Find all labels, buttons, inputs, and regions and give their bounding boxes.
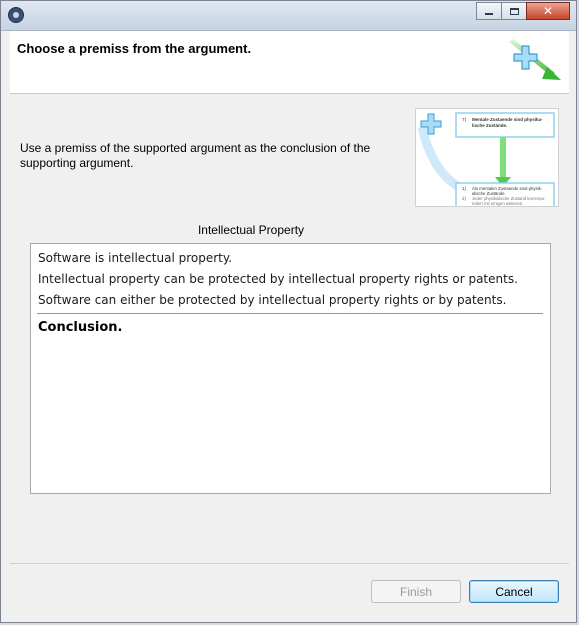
preview-top-text-2: lische Zustände. [472,123,507,128]
argument-title: Intellectual Property [197,223,305,237]
wizard-header: Choose a premiss from the argument. [10,31,569,94]
plus-arrow-icon [509,39,561,80]
premise-item[interactable]: Software can either be protected by inte… [38,293,506,307]
cancel-button[interactable]: Cancel [469,580,559,603]
argument-diagram: 7) Mentale Zustaende sind physika- lisch… [417,112,555,206]
preview-top-number: 7) [462,117,467,123]
app-icon [8,7,24,23]
maximize-icon [509,7,519,15]
preview-top-text-1: Mentale Zustaende sind physika- [472,117,543,122]
finish-button[interactable]: Finish [371,580,461,603]
close-icon: ✕ [542,4,554,18]
title-bar[interactable]: ✕ [1,1,576,31]
window-controls: ✕ [476,2,570,20]
preview-bottom-text-2b: ndiert mit einigen weiteren. [472,201,523,206]
argument-textbox[interactable]: Software is intellectual property. Intel… [30,243,551,494]
page-title: Choose a premiss from the argument. [17,41,252,56]
minimize-icon [485,13,493,15]
minimize-button[interactable] [476,2,502,20]
close-button[interactable]: ✕ [526,2,570,20]
preview-image: 7) Mentale Zustaende sind physika- lisch… [415,108,559,207]
premise-item[interactable]: Intellectual property can be protected b… [38,272,518,286]
footer-divider [10,563,569,564]
premise-item[interactable]: Software is intellectual property. [38,251,232,265]
description-text: Use a premiss of the supported argument … [20,141,371,170]
dialog-window: ✕ Choose a premiss from the argument. Us… [0,0,577,623]
preview-bottom-number-2: 2) [462,196,467,201]
maximize-button[interactable] [501,2,527,20]
preview-bottom-number-1: 1) [462,186,467,191]
conclusion-text: Conclusion. [38,320,123,335]
conclusion-divider [37,313,543,314]
